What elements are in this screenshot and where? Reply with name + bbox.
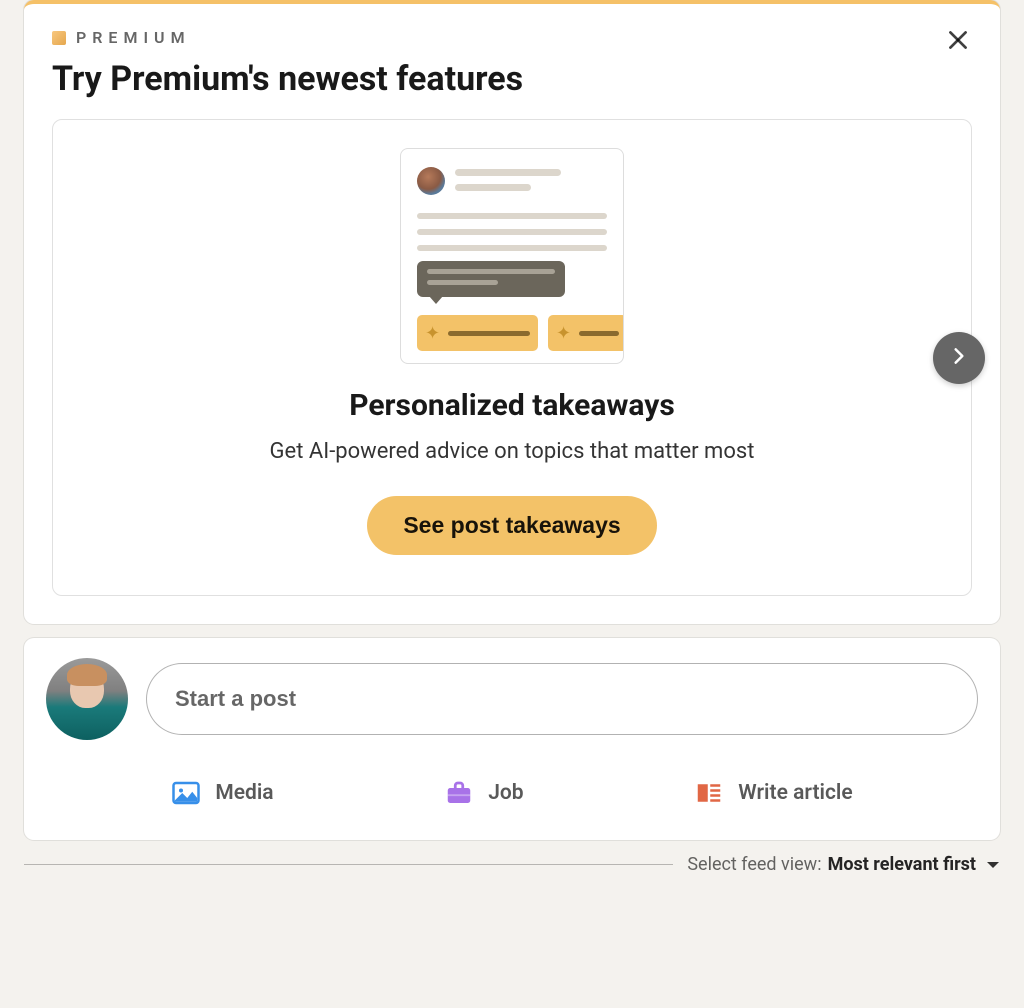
job-action[interactable]: Job	[430, 768, 537, 818]
feature-description: Get AI-powered advice on topics that mat…	[83, 439, 941, 464]
job-icon	[444, 778, 474, 808]
premium-badge-icon	[52, 31, 66, 45]
feature-title: Personalized takeaways	[83, 388, 941, 423]
media-label: Media	[215, 781, 273, 805]
feature-illustration: ✦ ✦	[400, 148, 624, 364]
premium-title: Try Premium's newest features	[52, 59, 972, 99]
share-box: Start a post Media	[24, 638, 1000, 840]
sort-divider	[24, 864, 673, 865]
write-article-action[interactable]: Write article	[680, 768, 866, 818]
media-action[interactable]: Media	[157, 768, 287, 818]
close-icon	[945, 27, 971, 57]
carousel-next-button[interactable]	[933, 332, 985, 384]
chevron-right-icon	[949, 346, 969, 370]
job-label: Job	[488, 781, 523, 805]
premium-feature-card: ✦ ✦ Personalized takeaways Get AI-powere…	[52, 119, 972, 596]
feed-sort-value: Most relevant first	[828, 854, 976, 875]
media-icon	[171, 778, 201, 808]
caret-down-icon	[986, 854, 1000, 875]
user-avatar[interactable]	[46, 658, 128, 740]
premium-label: PREMIUM	[76, 28, 191, 47]
article-icon	[694, 778, 724, 808]
see-post-takeaways-button[interactable]: See post takeaways	[367, 496, 656, 555]
feed-sort-bar: Select feed view: Most relevant first	[24, 854, 1000, 875]
premium-promo-card: PREMIUM Try Premium's newest features	[24, 0, 1000, 624]
article-label: Write article	[738, 781, 852, 805]
premium-header: PREMIUM	[52, 28, 972, 47]
close-button[interactable]	[940, 24, 976, 60]
start-post-button[interactable]: Start a post	[146, 663, 978, 735]
feed-sort-label: Select feed view:	[687, 854, 821, 875]
feed-sort-dropdown[interactable]: Select feed view: Most relevant first	[687, 854, 1000, 875]
